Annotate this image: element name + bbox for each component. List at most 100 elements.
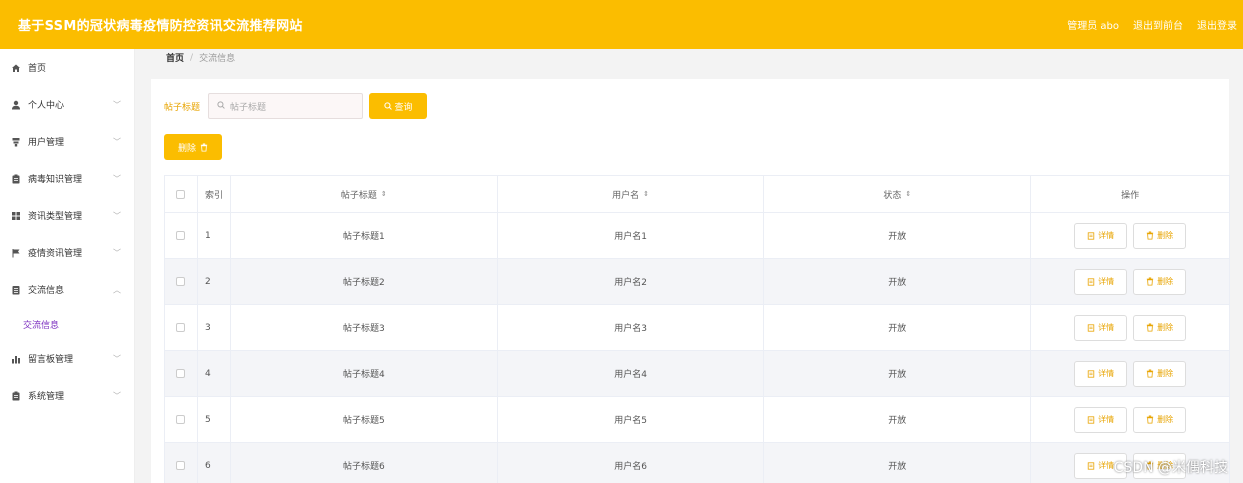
row-delete-label: 删除 — [1157, 231, 1174, 240]
row-delete-button[interactable]: 删除 — [1133, 222, 1187, 249]
cell-state: 开放 — [764, 213, 1032, 259]
row-delete-label: 删除 — [1157, 369, 1174, 378]
logout-link[interactable]: 退出登录 — [1197, 17, 1237, 32]
cell-state: 开放 — [764, 259, 1032, 305]
sidebar-item-exchange[interactable]: 交流信息 ︿ — [0, 271, 134, 308]
cell-state: 开放 — [764, 443, 1032, 483]
sidebar-item-virus-knowledge[interactable]: 病毒知识管理 ﹀ — [0, 160, 134, 197]
checkbox[interactable] — [176, 415, 186, 424]
checkbox[interactable] — [176, 189, 186, 199]
header-index: 索引 — [197, 176, 231, 213]
sidebar-item-users[interactable]: 用户管理 ﹀ — [0, 123, 134, 160]
header-state[interactable]: 状态 ⇕ — [764, 176, 1032, 213]
sidebar-item-label: 留言板管理 — [28, 355, 74, 365]
data-table: 索引 帖子标题 ⇕ 用户名 ⇕ 状态 ⇕ 操作 1 帖子标题1 用户名1 开放 详情 删除 2 帖子… — [164, 175, 1230, 483]
cell-state: 开放 — [764, 351, 1032, 397]
chevron-down-icon: ﹀ — [113, 211, 121, 220]
search-row: 帖子标题 帖子标题 查询 — [164, 93, 428, 119]
search-input[interactable]: 帖子标题 — [208, 93, 364, 119]
detail-button-label: 详情 — [1098, 277, 1115, 286]
row-delete-button[interactable]: 删除 — [1133, 314, 1187, 341]
row-delete-label: 删除 — [1157, 277, 1174, 286]
grid-icon — [11, 211, 21, 221]
header-actions: 管理员 abo 退出到前台 退出登录 — [1067, 17, 1237, 32]
row-delete-button[interactable]: 删除 — [1133, 360, 1187, 387]
cell-user: 用户名2 — [497, 259, 765, 305]
cell-index: 3 — [197, 305, 231, 351]
breadcrumb: 首页 / 交流信息 — [151, 49, 1229, 66]
document-icon — [1087, 323, 1095, 332]
detail-button[interactable]: 详情 — [1074, 360, 1128, 387]
sidebar-item-label: 首页 — [28, 64, 47, 74]
sidebar-item-profile[interactable]: 个人中心 ﹀ — [0, 86, 134, 123]
cell-index: 1 — [197, 213, 231, 259]
table-row: 2 帖子标题2 用户名2 开放 详情 删除 — [165, 259, 1230, 305]
row-select[interactable] — [165, 351, 198, 397]
sidebar-item-system[interactable]: 系统管理 ﹀ — [0, 377, 134, 414]
cell-user: 用户名5 — [497, 397, 765, 443]
sidebar-item-epidemic-news[interactable]: 疫情资讯管理 ﹀ — [0, 234, 134, 271]
row-select[interactable] — [165, 259, 198, 305]
search-icon — [217, 101, 225, 111]
trash-icon — [1146, 231, 1154, 240]
header-title[interactable]: 帖子标题 ⇕ — [230, 176, 498, 213]
sidebar-subitem-exchange[interactable]: 交流信息 — [0, 308, 134, 340]
checkbox[interactable] — [176, 461, 186, 470]
search-button[interactable]: 查询 — [369, 93, 428, 119]
header-user[interactable]: 用户名 ⇕ — [497, 176, 765, 213]
table-row: 4 帖子标题4 用户名4 开放 详情 删除 — [165, 351, 1230, 397]
detail-button-label: 详情 — [1098, 369, 1115, 378]
sidebar: 首页 个人中心 ﹀ 用户管理 ﹀ 病毒知识管理 ﹀ 资讯类型管理 ﹀ 疫情资讯管… — [0, 49, 135, 483]
chevron-down-icon: ﹀ — [113, 354, 121, 363]
cell-user: 用户名6 — [498, 443, 765, 483]
sidebar-item-message-board[interactable]: 留言板管理 ﹀ — [0, 340, 134, 377]
detail-button-label: 详情 — [1098, 231, 1115, 240]
home-icon — [11, 63, 21, 73]
sidebar-item-label: 用户管理 — [28, 138, 65, 148]
breadcrumb-separator: / — [190, 52, 194, 63]
row-select[interactable] — [165, 213, 198, 259]
detail-button-label: 详情 — [1098, 415, 1115, 424]
breadcrumb-home[interactable]: 首页 — [166, 51, 184, 64]
checkbox[interactable] — [176, 231, 186, 240]
sidebar-item-home[interactable]: 首页 — [0, 49, 134, 86]
header-select-all[interactable] — [165, 176, 198, 213]
detail-button[interactable]: 详情 — [1074, 268, 1128, 295]
row-delete-button[interactable]: 删除 — [1133, 406, 1187, 433]
chevron-down-icon: ﹀ — [113, 248, 121, 257]
cell-ops: 详情 删除 — [1031, 397, 1230, 443]
detail-button[interactable]: 详情 — [1074, 314, 1128, 341]
batch-delete-button[interactable]: 删除 — [164, 134, 222, 160]
detail-button[interactable]: 详情 — [1074, 406, 1128, 433]
cell-index: 4 — [197, 351, 231, 397]
detail-button-label: 详情 — [1098, 461, 1115, 470]
search-button-label: 查询 — [394, 102, 413, 113]
detail-button[interactable]: 详情 — [1074, 222, 1128, 249]
trash-icon — [200, 143, 208, 152]
sort-icon[interactable]: ⇕ — [905, 190, 911, 198]
to-front-link[interactable]: 退出到前台 — [1133, 17, 1183, 32]
row-select[interactable] — [165, 397, 198, 443]
sidebar-item-news-type[interactable]: 资讯类型管理 ﹀ — [0, 197, 134, 234]
chevron-down-icon: ﹀ — [113, 391, 121, 400]
table-body: 1 帖子标题1 用户名1 开放 详情 删除 2 帖子标题2 用户名2 开放 详情 删除 3 帖子标题3 用户… — [165, 213, 1230, 483]
content-panel: 帖子标题 帖子标题 查询 删除 索引 帖子标题 ⇕ 用户名 ⇕ 状态 ⇕ 操作 … — [151, 79, 1230, 483]
trash-icon — [1146, 323, 1154, 332]
sort-icon[interactable]: ⇕ — [643, 190, 649, 198]
row-select[interactable] — [165, 443, 198, 483]
cell-title: 帖子标题3 — [230, 305, 498, 351]
checkbox[interactable] — [176, 277, 186, 286]
document-icon — [1087, 277, 1095, 286]
row-delete-label: 删除 — [1157, 415, 1174, 424]
checkbox[interactable] — [176, 323, 186, 332]
cell-title: 帖子标题5 — [230, 397, 498, 443]
row-delete-button[interactable]: 删除 — [1133, 268, 1187, 295]
row-select[interactable] — [165, 305, 198, 351]
user-icon — [11, 100, 21, 110]
cell-ops: 详情 删除 — [1031, 259, 1230, 305]
document-icon — [11, 285, 21, 295]
cell-user: 用户名4 — [497, 351, 765, 397]
sort-icon[interactable]: ⇕ — [381, 190, 387, 198]
flag-icon — [11, 248, 21, 258]
checkbox[interactable] — [176, 369, 186, 378]
